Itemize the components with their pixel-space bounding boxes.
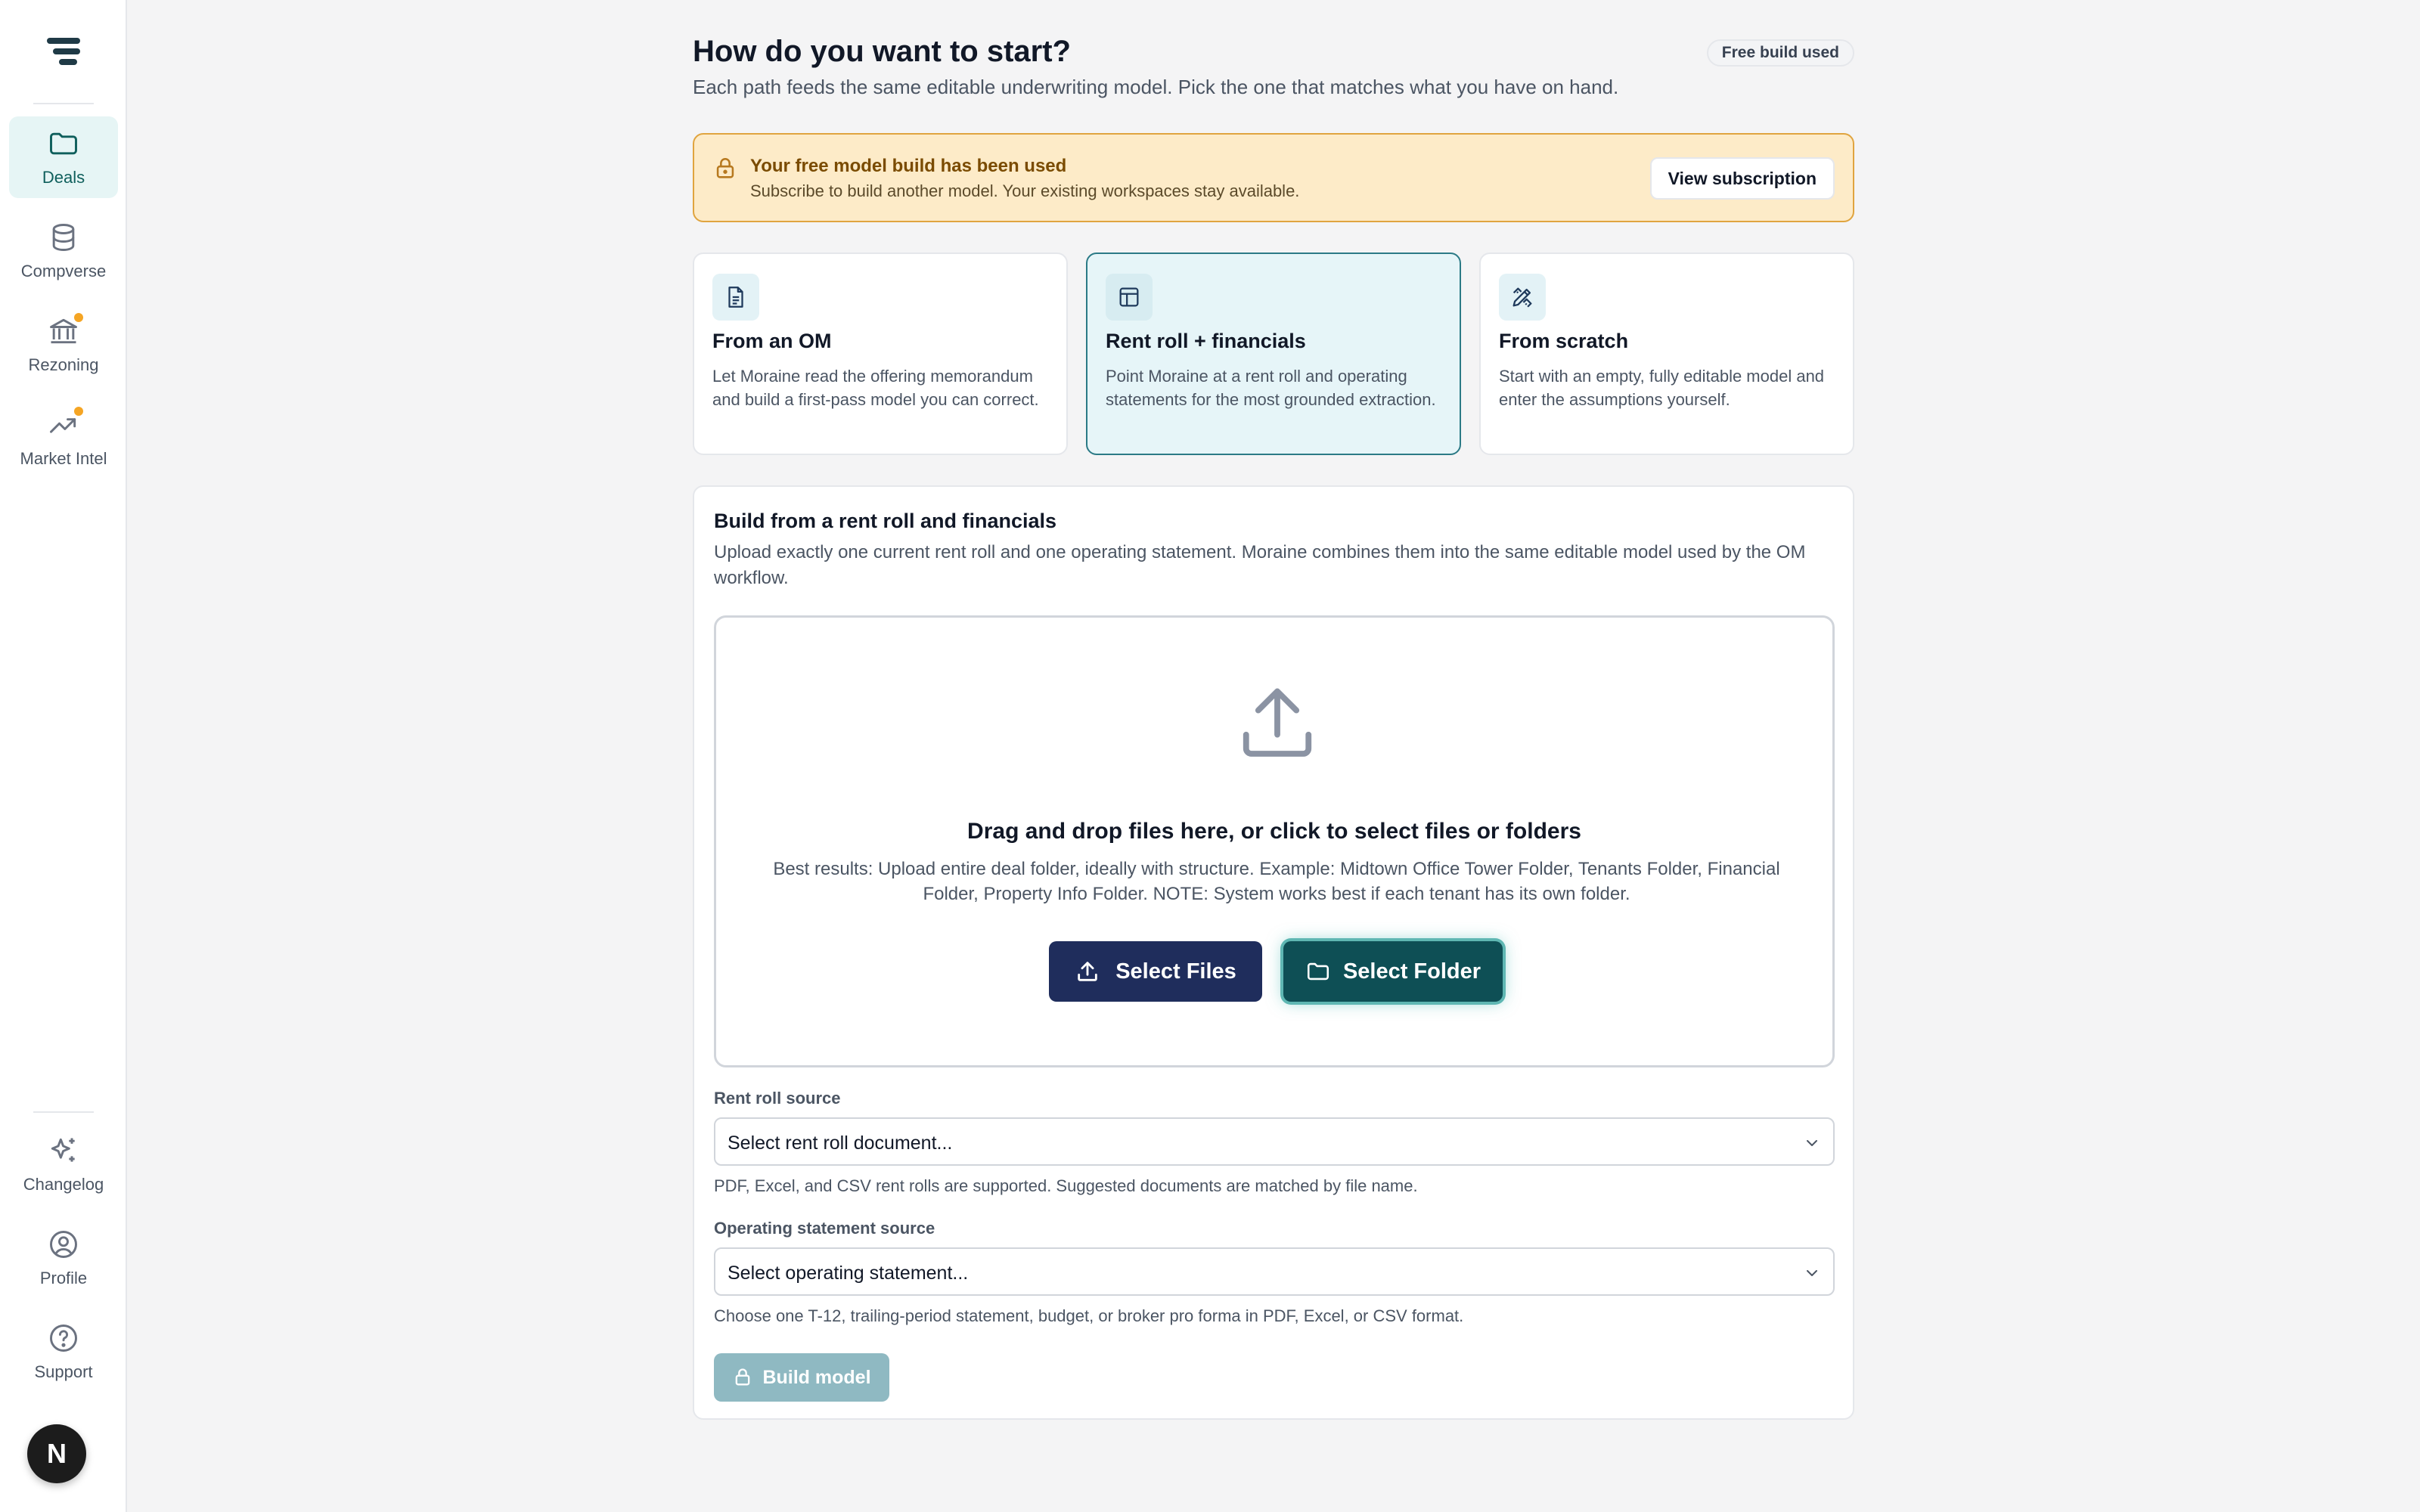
option-card-from-scratch[interactable]: From scratch Start with an empty, fully … (1479, 253, 1854, 455)
sidebar-item-changelog[interactable]: Changelog (9, 1123, 118, 1205)
select-value: Select rent roll document... (728, 1132, 953, 1154)
avatar[interactable]: N (27, 1424, 86, 1483)
sidebar-item-label: Rezoning (28, 355, 99, 374)
notification-dot (74, 313, 83, 322)
option-description: Start with an empty, fully editable mode… (1499, 367, 1825, 409)
database-icon (47, 221, 80, 254)
folder-icon (47, 127, 80, 160)
sidebar-divider (33, 103, 94, 104)
panel-title: Build from a rent roll and financials (714, 510, 1057, 532)
button-label: Select Files (1115, 959, 1236, 984)
operating-statement-label: Operating statement source (714, 1219, 935, 1238)
select-value: Select operating statement... (728, 1263, 969, 1284)
alert-text: Subscribe to build another model. Your e… (750, 181, 1300, 200)
option-description: Point Moraine at a rent roll and operati… (1106, 367, 1436, 409)
rent-roll-label: Rent roll source (714, 1089, 841, 1108)
sidebar-item-label: Support (34, 1362, 93, 1381)
option-title: Rent roll + financials (1106, 330, 1306, 352)
sidebar-item-deals[interactable]: Deals (9, 116, 118, 198)
table-icon (1106, 274, 1153, 321)
button-label: Build model (762, 1366, 871, 1388)
option-description: Let Moraine read the offering memorandum… (712, 367, 1039, 409)
chevron-down-icon (1807, 1270, 1817, 1276)
sidebar-item-compverse[interactable]: Compverse (9, 210, 118, 292)
upload-icon (1243, 688, 1312, 757)
sidebar-item-market-intel[interactable]: Market Intel (9, 398, 118, 479)
select-files-button[interactable]: Select Files (1049, 941, 1262, 1002)
select-folder-button[interactable]: Select Folder (1283, 941, 1503, 1002)
sidebar-item-support[interactable]: Support (9, 1311, 118, 1393)
option-card-from-om[interactable]: From an OM Let Moraine read the offering… (693, 253, 1068, 455)
sidebar-item-label: Market Intel (20, 449, 107, 468)
sidebar-item-rezoning[interactable]: Rezoning (9, 304, 118, 386)
user-circle-icon (47, 1228, 80, 1261)
alert-title: Your free model build has been used (750, 156, 1067, 176)
help-circle-icon (47, 1321, 80, 1355)
notification-dot (74, 407, 83, 416)
lock-icon (736, 1368, 750, 1386)
option-title: From scratch (1499, 330, 1629, 352)
build-model-button[interactable]: Build model (714, 1353, 889, 1402)
sidebar-item-label: Profile (39, 1269, 88, 1287)
upload-icon (1078, 962, 1097, 981)
dropzone-help: Best results: Upload entire deal folder,… (773, 859, 1780, 904)
chevron-down-icon (1807, 1140, 1817, 1146)
operating-statement-help: Choose one T-12, trailing-period stateme… (714, 1306, 1464, 1325)
option-title: From an OM (712, 330, 832, 352)
view-subscription-button[interactable]: View subscription (1649, 157, 1835, 200)
status-badge: Free build used (1706, 39, 1854, 67)
operating-statement-select[interactable]: Select operating statement... (714, 1247, 1835, 1296)
lock-icon (716, 158, 734, 178)
rent-roll-help: PDF, Excel, and CSV rent rolls are suppo… (714, 1176, 1418, 1195)
pencil-ruler-icon (1499, 274, 1546, 321)
file-dropzone[interactable]: Drag and drop files here, or click to se… (714, 615, 1835, 1067)
app-logo[interactable] (44, 35, 83, 68)
start-options: From an OM Let Moraine read the offering… (693, 253, 1854, 455)
page-subtitle: Each path feeds the same editable underw… (693, 76, 1619, 98)
trending-up-icon (47, 407, 83, 442)
sidebar-item-profile[interactable]: Profile (9, 1217, 118, 1299)
bank-icon (47, 313, 83, 348)
page-title: How do you want to start? (693, 35, 1071, 68)
sidebar: Deals Compverse Rezoning Market Intel Ch… (0, 0, 127, 1512)
button-label: Select Folder (1342, 959, 1481, 984)
rent-roll-select[interactable]: Select rent roll document... (714, 1117, 1835, 1166)
sidebar-item-label: Compverse (20, 262, 107, 280)
folder-icon (1307, 962, 1329, 981)
dropzone-title: Drag and drop files here, or click to se… (967, 819, 1581, 844)
sparkles-icon (47, 1134, 80, 1167)
option-card-rent-roll[interactable]: Rent roll + financials Point Moraine at … (1086, 253, 1461, 455)
subscription-alert: Your free model build has been used Subs… (693, 133, 1854, 222)
sidebar-item-label: Changelog (23, 1175, 104, 1194)
panel-description: Upload exactly one current rent roll and… (714, 542, 1806, 588)
sidebar-divider (33, 1111, 94, 1113)
build-panel: Build from a rent roll and financials Up… (693, 485, 1854, 1420)
document-icon (712, 274, 759, 321)
sidebar-item-label: Deals (42, 168, 85, 187)
